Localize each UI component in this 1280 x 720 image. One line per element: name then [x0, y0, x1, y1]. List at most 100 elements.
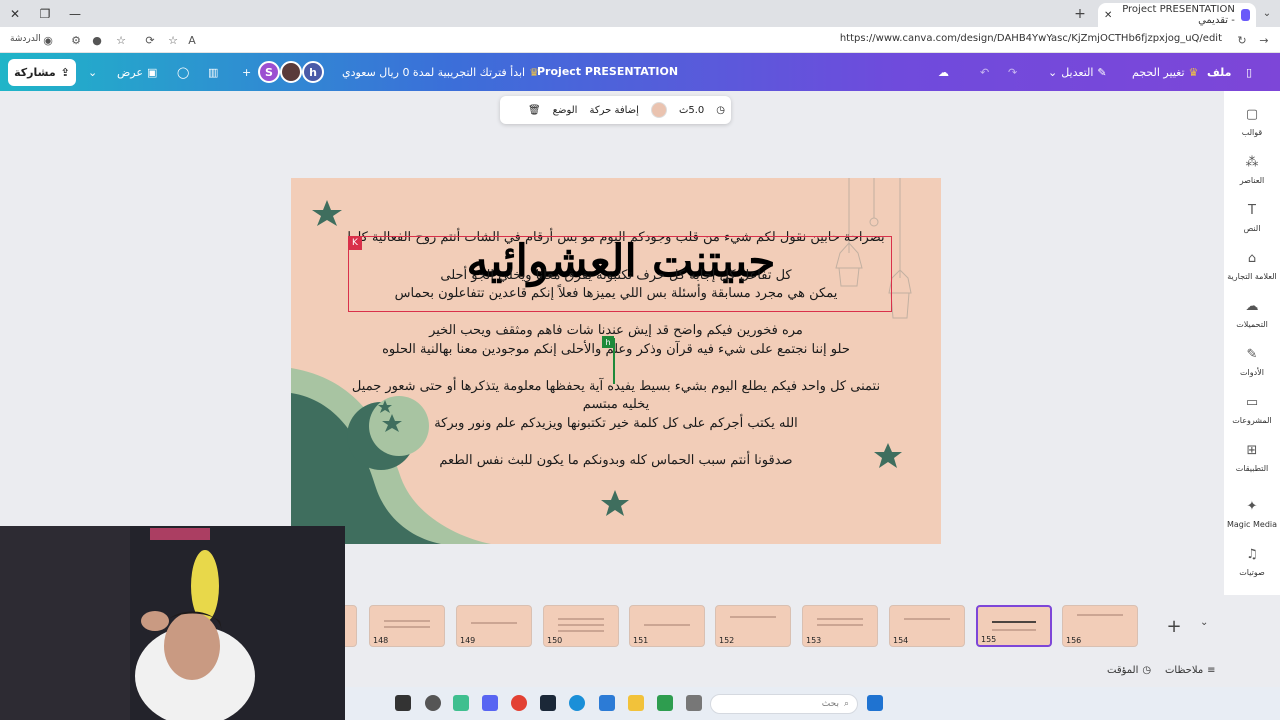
element-toolbar: ◷ 5.0ث إضافة حركة الوضع 🗑: [500, 96, 731, 124]
insights-icon[interactable]: ▥: [208, 53, 218, 91]
file-explorer-icon[interactable]: [628, 695, 644, 711]
page-thumbnail[interactable]: 156: [1062, 605, 1138, 647]
delete-icon[interactable]: 🗑: [528, 105, 541, 116]
project-title[interactable]: Project PRESENTATION: [537, 53, 678, 91]
comment-icon[interactable]: ◯: [177, 53, 189, 91]
os-taskbar: بحث ⌕: [345, 687, 1280, 720]
browser-tab-active[interactable]: Project PRESENTATION - تقديمي ✕: [1098, 3, 1256, 27]
redo-icon[interactable]: ↷: [1008, 53, 1017, 91]
discord-icon[interactable]: [482, 695, 498, 711]
cloud-save-icon[interactable]: ☁: [938, 53, 949, 91]
notes-label: ملاحظات: [1165, 665, 1204, 676]
sidebar-toggle-icon[interactable]: ▯: [1246, 53, 1252, 91]
text-icon: T: [1248, 203, 1256, 218]
app-window-icon[interactable]: [686, 695, 702, 711]
resize-button[interactable]: تغيير الحجم ♛: [1132, 53, 1198, 91]
page-number: 150: [547, 636, 563, 645]
sidebar-item-uploads[interactable]: ☁ التحميلات: [1224, 299, 1280, 329]
duration-value[interactable]: 5.0ث: [679, 105, 704, 116]
sidebar-item-apps[interactable]: ⊞ التطبيقات: [1224, 443, 1280, 473]
page-thumbnail-active[interactable]: 155: [976, 605, 1052, 647]
refresh-icon[interactable]: ↻: [1234, 32, 1250, 48]
new-tab-button[interactable]: +: [1070, 4, 1090, 24]
window-minimize-icon[interactable]: —: [60, 0, 90, 27]
page-thumbnail[interactable]: 148: [369, 605, 445, 647]
undo-icon[interactable]: ↶: [980, 53, 989, 91]
add-collaborator-icon[interactable]: +: [242, 53, 251, 91]
slide-text-line[interactable]: يخليه مبتسم: [291, 397, 941, 412]
tab-close-icon[interactable]: ✕: [1104, 10, 1112, 21]
sidebar-item-magic-media[interactable]: ✦ Magic Media: [1224, 499, 1280, 529]
profile-avatar-icon[interactable]: ●: [89, 32, 105, 48]
share-dropdown-chevron-icon[interactable]: ⌄: [88, 53, 97, 91]
avatar[interactable]: h: [302, 61, 324, 83]
sidebar-item-label: العلامة التجارية: [1227, 272, 1277, 281]
xbox-app-icon[interactable]: [453, 695, 469, 711]
sidebar-item-elements[interactable]: ⁂ العناصر: [1224, 155, 1280, 185]
settings-gear-icon[interactable]: [425, 695, 441, 711]
favorites-icon[interactable]: ☆: [113, 32, 129, 48]
back-arrow-icon[interactable]: →: [1256, 32, 1272, 48]
page-thumbnail[interactable]: 151: [629, 605, 705, 647]
trial-banner[interactable]: ابدأ فترتك التجريبية لمدة 0 ريال سعودي ♛: [342, 53, 539, 91]
sidebar-item-brand[interactable]: ⌂ العلامة التجارية: [1224, 251, 1280, 281]
window-close-icon[interactable]: ✕: [0, 0, 30, 27]
extensions-icon[interactable]: ⚙: [68, 32, 84, 48]
share-button[interactable]: مشاركة ⇪: [8, 59, 76, 86]
slide-canvas[interactable]: بصراحة حابين نقول لكم شيء من قلب وجودكم …: [291, 178, 941, 544]
slide-text-line[interactable]: صدقونا أنتم سبب الحماس كله وبدونكم ما يك…: [291, 453, 941, 468]
url-input[interactable]: https://www.canva.com/design/DAHB4YwYasc…: [840, 33, 1222, 44]
slide-text-line[interactable]: مره فخورين فيكم واضح قد إيش عندنا شات فا…: [291, 323, 941, 338]
page-thumbnail[interactable]: 150: [543, 605, 619, 647]
chat-label[interactable]: الدردشة: [10, 34, 41, 44]
windows-start-icon[interactable]: [867, 695, 883, 711]
right-sidebar: ▢ قوالب ⁂ العناصر T النص ⌂ العلامة التجارية …: [1224, 91, 1280, 595]
page-thumbnail[interactable]: 154: [889, 605, 965, 647]
page-number: 153: [806, 636, 822, 645]
edit-menu[interactable]: ⌄ التعديل ✎: [1048, 53, 1107, 91]
chevron-down-icon[interactable]: ⌄: [1200, 617, 1208, 628]
timer-button[interactable]: ◷ المؤقت: [1107, 665, 1151, 676]
notes-button[interactable]: ≡ ملاحظات: [1165, 665, 1216, 676]
slide-text-line[interactable]: حلو إننا نجتمع على شيء فيه قرآن وذكر وعل…: [291, 342, 941, 357]
collections-icon[interactable]: ⟳: [142, 32, 158, 48]
sidebar-item-templates[interactable]: ▢ قوالب: [1224, 107, 1280, 137]
sidebar-item-label: صوتيات: [1239, 568, 1265, 577]
sidebar-item-label: Magic Media: [1226, 520, 1278, 529]
timer-icon[interactable]: ◷: [716, 105, 725, 116]
file-menu[interactable]: ملف: [1207, 53, 1231, 91]
magic-media-icon: ✦: [1246, 499, 1258, 514]
selection-box[interactable]: [348, 236, 892, 312]
store-icon[interactable]: [599, 695, 615, 711]
window-restore-icon[interactable]: ❐: [30, 0, 60, 27]
slide-text-line[interactable]: الله يكتب أجركم على كل كلمة خير تكتبونها…: [291, 416, 941, 431]
epic-games-icon[interactable]: [395, 695, 411, 711]
add-page-button[interactable]: +: [1160, 613, 1188, 639]
sidebar-item-label: التحميلات: [1236, 320, 1268, 329]
canva-favicon-icon: [1240, 9, 1250, 21]
taskbar-search-input[interactable]: بحث ⌕: [710, 694, 858, 714]
sidebar-item-tools[interactable]: ✎ الأدوات: [1224, 347, 1280, 377]
present-button[interactable]: عرض ▣: [117, 53, 157, 91]
sidebar-item-text[interactable]: T النص: [1224, 203, 1280, 233]
animate-button[interactable]: إضافة حركة: [589, 105, 638, 116]
page-thumbnail[interactable]: 152: [715, 605, 791, 647]
read-aloud-icon[interactable]: A: [184, 32, 200, 48]
edge-icon[interactable]: [569, 695, 585, 711]
avatar-photo[interactable]: [280, 61, 302, 83]
microsoft-365-icon[interactable]: [657, 695, 673, 711]
page-thumbnail[interactable]: 149: [456, 605, 532, 647]
slide-text-line[interactable]: نتمنى كل واحد فيكم يطلع اليوم بشيء بسيط …: [291, 379, 941, 394]
avatar[interactable]: S: [258, 61, 280, 83]
brand-icon: ⌂: [1247, 251, 1257, 266]
copilot-icon[interactable]: ◉: [40, 32, 56, 48]
color-swatch[interactable]: [650, 102, 667, 118]
steam-icon[interactable]: [540, 695, 556, 711]
position-button[interactable]: الوضع: [553, 105, 578, 116]
page-thumbnail[interactable]: 153: [802, 605, 878, 647]
chrome-icon[interactable]: [511, 695, 527, 711]
sidebar-item-audio[interactable]: ♫ صوتيات: [1224, 547, 1280, 577]
sidebar-item-projects[interactable]: ▭ المشروعات: [1224, 395, 1280, 425]
bookmark-star-icon[interactable]: ☆: [165, 32, 181, 48]
tab-menu-chevron-icon[interactable]: ⌄: [1258, 4, 1276, 22]
